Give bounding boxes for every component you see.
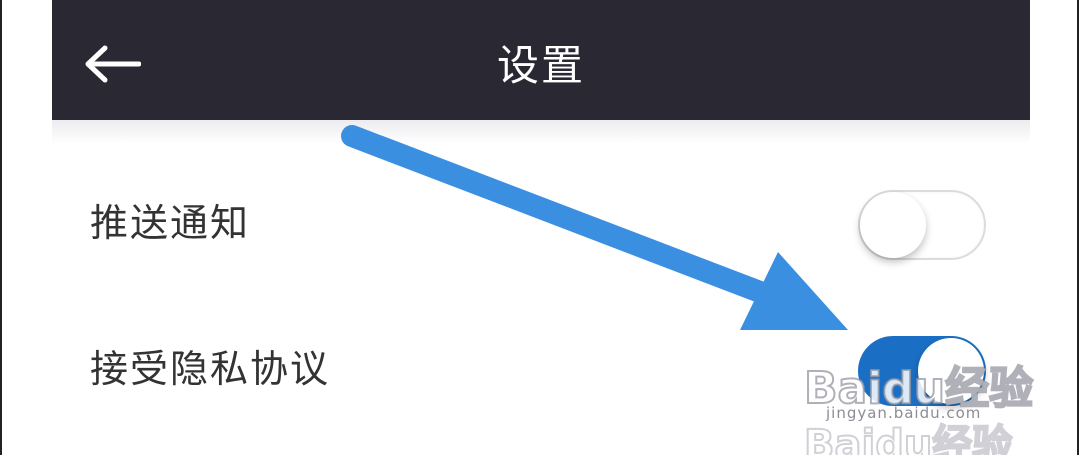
watermark-logo-faded: Baidu经验: [803, 421, 1013, 455]
setting-row-push-notifications: 推送通知: [52, 178, 1030, 268]
toggle-knob: [918, 338, 984, 404]
page-title: 设置: [496, 41, 585, 90]
header-shadow: [52, 120, 1030, 144]
setting-label: 接受隐私协议: [90, 347, 331, 391]
toggle-knob: [860, 192, 926, 258]
frame-border-left: [0, 0, 2, 455]
setting-row-privacy-agreement: 接受隐私协议: [52, 324, 1030, 414]
app-header: 设置: [52, 0, 1030, 120]
privacy-agreement-toggle[interactable]: [858, 336, 986, 406]
push-notification-toggle[interactable]: [858, 190, 986, 260]
back-button[interactable]: [80, 36, 144, 92]
setting-label: 推送通知: [90, 201, 251, 245]
settings-screen: 设置 推送通知 接受隐私协议 Baidu经验 jingyan.baidu.com…: [0, 0, 1079, 455]
arrow-left-icon: [85, 45, 141, 83]
